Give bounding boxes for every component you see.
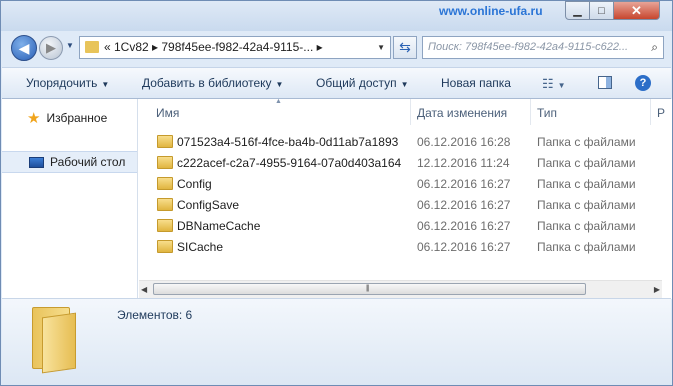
file-type: Папка с файлами	[537, 177, 636, 191]
command-bar: Упорядочить ▼ Добавить в библиотеку ▼ Общи…	[2, 67, 671, 99]
address-path[interactable]: « 1Cv82 ▸ 798f45ee-f982-42a4-9115-... ▸	[104, 40, 323, 54]
share-label: Общий доступ	[316, 76, 397, 90]
scroll-left-icon[interactable]: ◀	[141, 285, 147, 294]
organize-menu[interactable]: Упорядочить ▼	[26, 76, 109, 90]
grip-icon: |||	[366, 285, 370, 292]
column-label: Тип	[537, 106, 558, 120]
file-date: 06.12.2016 16:27	[417, 219, 511, 233]
list-item[interactable]: Config 06.12.2016 16:27 Папка с файлами	[138, 173, 658, 194]
minimize-button[interactable]: ▁	[565, 1, 590, 20]
file-name: c222acef-c2a7-4955-9164-07a0d403a164	[177, 156, 402, 170]
chevron-down-icon: ▼	[400, 80, 409, 89]
file-date: 06.12.2016 16:27	[417, 240, 511, 254]
search-input[interactable]: Поиск: 798f45ee-f982-42a4-9115-c622...	[428, 41, 638, 53]
sort-up-icon: ▲	[275, 98, 282, 105]
file-type: Папка с файлами	[537, 135, 636, 149]
sidebar-item-label: Рабочий стол	[50, 155, 126, 169]
column-header-date[interactable]: Дата изменения	[411, 99, 531, 125]
list-item[interactable]: c222acef-c2a7-4955-9164-07a0d403a164 12.…	[138, 152, 658, 173]
folder-icon	[85, 41, 99, 53]
column-label: Дата изменения	[417, 106, 508, 120]
chevron-down-icon[interactable]: ▼	[377, 43, 385, 52]
desktop-icon	[29, 156, 44, 168]
list-item[interactable]: SICache 06.12.2016 16:27 Папка с файлами	[138, 236, 658, 257]
file-type: Папка с файлами	[537, 240, 636, 254]
file-type: Папка с файлами	[537, 219, 636, 233]
navigation-bar: ◀ ▶ ▼ « 1Cv82 ▸ 798f45ee-f982-42a4-9115-…	[1, 31, 672, 63]
back-button[interactable]: ◀	[11, 35, 37, 61]
file-type: Папка с файлами	[537, 198, 636, 212]
back-arrow-icon: ◀	[18, 39, 30, 56]
star-icon: ★	[27, 110, 41, 127]
add-to-library-menu[interactable]: Добавить в библиотеку ▼	[142, 76, 283, 90]
new-folder-button[interactable]: Новая папка	[441, 76, 511, 90]
maximize-button[interactable]: □	[589, 1, 614, 20]
close-button[interactable]: ✕	[613, 1, 660, 20]
search-box[interactable]: Поиск: 798f45ee-f982-42a4-9115-c622... ⌕	[422, 36, 664, 59]
folder-icon	[157, 198, 173, 211]
preview-pane-button[interactable]	[598, 76, 612, 89]
watermark-text: www.online-ufa.ru	[439, 4, 543, 18]
file-date: 06.12.2016 16:27	[417, 198, 511, 212]
scroll-right-icon[interactable]: ▶	[654, 285, 660, 294]
file-name: ConfigSave	[177, 198, 240, 212]
column-header-type[interactable]: Тип	[531, 99, 651, 125]
view-icon: ☷	[542, 76, 554, 91]
sidebar-item-favorites[interactable]: ★ Избранное	[2, 108, 137, 128]
explorer-window: www.online-ufa.ru ▁ □ ✕ ◀ ▶ ▼ « 1Cv82 ▸ …	[0, 0, 673, 386]
add-to-library-label: Добавить в библиотеку	[142, 76, 272, 90]
column-label: Р	[657, 106, 666, 120]
new-folder-label: Новая папка	[441, 76, 511, 90]
folder-icon	[157, 177, 173, 190]
refresh-icon: ⇆	[399, 39, 411, 55]
chevron-down-icon: ▼	[557, 81, 566, 90]
list-item[interactable]: DBNameCache 06.12.2016 16:27 Папка с фай…	[138, 215, 658, 236]
share-menu[interactable]: Общий доступ ▼	[316, 76, 409, 90]
minimize-icon: ▁	[573, 5, 582, 17]
folder-icon	[157, 135, 173, 148]
list-item[interactable]: ConfigSave 06.12.2016 16:27 Папка с файл…	[138, 194, 658, 215]
help-icon: ?	[639, 77, 647, 89]
horizontal-scrollbar[interactable]: ◀ ||| ▶	[139, 280, 662, 298]
address-bar[interactable]: « 1Cv82 ▸ 798f45ee-f982-42a4-9115-... ▸ …	[79, 36, 391, 59]
file-name: SICache	[177, 240, 224, 254]
file-list: ▲ Имя Дата изменения Тип Р 071523a4-516f…	[138, 98, 672, 299]
sidebar-item-label: Избранное	[46, 111, 108, 125]
help-button[interactable]: ?	[635, 75, 651, 91]
search-icon[interactable]: ⌕	[651, 40, 658, 55]
column-header-size[interactable]: Р	[651, 99, 672, 125]
scrollbar-thumb[interactable]: |||	[153, 283, 586, 295]
refresh-button[interactable]: ⇆	[393, 36, 417, 59]
title-bar: www.online-ufa.ru ▁ □ ✕	[1, 1, 672, 31]
navigation-pane: ★ Избранное Рабочий стол	[2, 99, 138, 299]
file-name: 071523a4-516f-4fce-ba4b-0d11ab7a1893	[177, 135, 399, 149]
folder-icon	[32, 305, 80, 374]
file-name: DBNameCache	[177, 219, 261, 233]
recent-pages-dropdown[interactable]: ▼	[66, 41, 74, 50]
file-date: 06.12.2016 16:27	[417, 177, 511, 191]
file-date: 06.12.2016 16:28	[417, 135, 511, 149]
folder-icon	[157, 219, 173, 232]
list-item[interactable]: 071523a4-516f-4fce-ba4b-0d11ab7a1893 06.…	[138, 131, 658, 152]
maximize-icon: □	[598, 4, 605, 17]
organize-label: Упорядочить	[26, 76, 98, 90]
column-label: Имя	[156, 106, 180, 120]
sidebar-item-desktop[interactable]: Рабочий стол	[2, 151, 137, 173]
column-header-name[interactable]: ▲ Имя	[138, 98, 411, 125]
folder-icon	[157, 240, 173, 253]
view-options-button[interactable]: ☷ ▼	[542, 76, 566, 92]
details-pane: Элементов: 6	[2, 298, 671, 385]
file-type: Папка с файлами	[537, 156, 636, 170]
folder-icon	[157, 156, 173, 169]
close-icon: ✕	[631, 2, 642, 18]
file-date: 12.12.2016 11:24	[417, 156, 510, 170]
forward-arrow-icon: ▶	[46, 40, 56, 55]
folder-front-shape	[42, 312, 76, 374]
forward-button[interactable]: ▶	[39, 36, 63, 60]
chevron-down-icon: ▼	[275, 80, 284, 89]
chevron-down-icon: ▼	[101, 80, 110, 89]
file-name: Config	[177, 177, 212, 191]
item-count: Элементов: 6	[117, 308, 193, 322]
